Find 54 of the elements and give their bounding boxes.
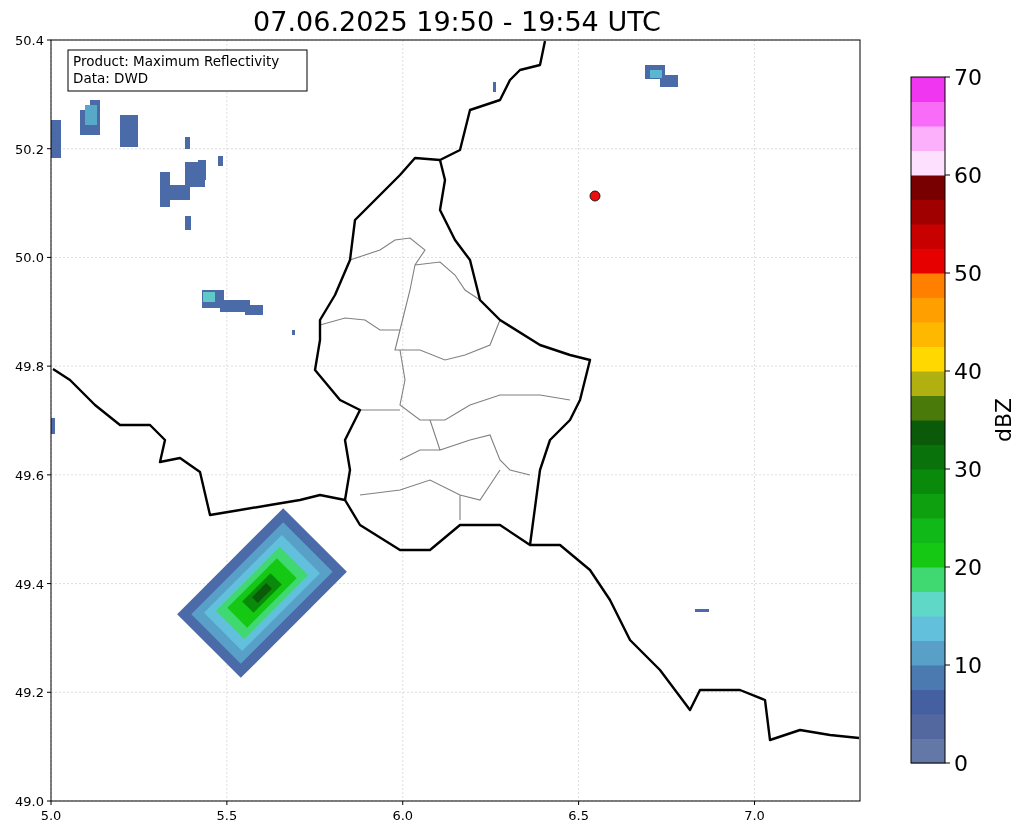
tick-mark: [944, 664, 951, 666]
radar-echo: [218, 156, 223, 166]
tick-mark: [944, 272, 951, 274]
location-marker: [589, 190, 601, 202]
tick-mark: [402, 800, 404, 806]
y-tick-label: 49.0: [15, 794, 44, 809]
x-tick-label: 5.5: [216, 808, 238, 823]
y-tick-label: 49.8: [15, 359, 44, 375]
x-tick-label: 6.0: [392, 808, 414, 823]
tick-mark: [944, 370, 951, 372]
tick-mark: [46, 365, 52, 367]
tick-mark: [944, 76, 951, 78]
tick-mark: [944, 468, 951, 470]
tick-mark: [46, 583, 52, 585]
colorbar-tick-label: 50: [954, 261, 982, 286]
plot-title: 07.06.2025 19:50 - 19:54 UTC: [253, 6, 661, 37]
radar-echo: [51, 418, 55, 434]
y-tick-label: 49.4: [15, 576, 44, 592]
y-tick-label: 49.6: [15, 467, 44, 483]
tick-mark: [46, 474, 52, 476]
radar-echo: [695, 609, 709, 612]
tick-mark: [944, 762, 951, 764]
radar-echo: [185, 216, 191, 230]
tick-mark: [754, 800, 755, 806]
tick-mark: [944, 174, 951, 176]
y-tick-label: 50.4: [15, 33, 44, 48]
x-tick-label: 6.5: [568, 808, 589, 823]
y-tick-label: 50.2: [15, 141, 44, 157]
colorbar-tick-label: 10: [954, 653, 982, 678]
radar-echo: [185, 137, 190, 149]
radar-echo: [292, 330, 295, 335]
info-text: Product: Maximum Reflectivity: [73, 53, 280, 69]
info-text: Data: DWD: [73, 70, 149, 86]
tick-mark: [46, 691, 52, 693]
tick-mark: [944, 566, 951, 568]
colorbar-tick-label: 40: [954, 359, 982, 384]
x-tick-label: 5.0: [40, 808, 62, 823]
tick-mark: [46, 256, 52, 258]
colorbar-tick-label: 30: [954, 457, 982, 482]
colorbar-tick-label: 70: [954, 65, 982, 90]
radar-echo: [493, 82, 496, 92]
y-tick-label: 49.2: [15, 685, 44, 701]
x-tick-label: 7.0: [744, 808, 765, 823]
tick-mark: [46, 148, 52, 150]
tick-mark: [226, 800, 228, 806]
radar-echo: [51, 120, 61, 158]
radar-echo: [120, 115, 138, 147]
colorbar-tick-label: 20: [954, 555, 982, 580]
tick-mark: [578, 800, 580, 806]
colorbar-tick-label: 60: [954, 163, 982, 188]
colorbar-tick-label: 0: [954, 751, 968, 776]
colorbar-label: dBZ: [991, 397, 1016, 443]
tick-mark: [46, 39, 52, 41]
y-tick-label: 50.0: [15, 250, 44, 266]
